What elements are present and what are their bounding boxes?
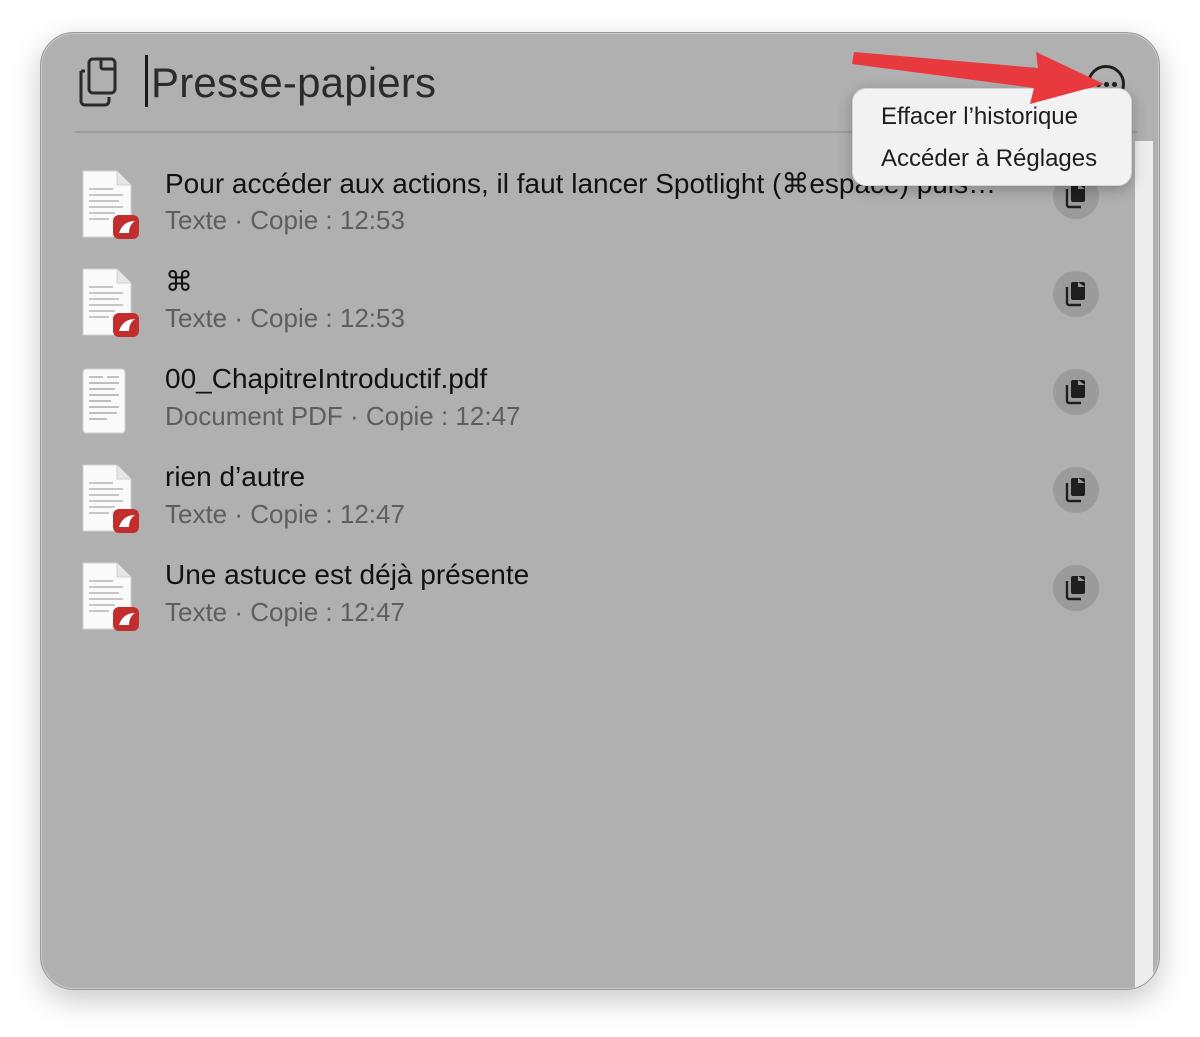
text-document-icon [82, 464, 139, 533]
copy-button[interactable] [1053, 271, 1099, 317]
item-subtitle: Texte · Copie : 12:47 [165, 597, 405, 627]
item-title: 00_ChapitreIntroductif.pdf [165, 363, 488, 394]
item-title: Une astuce est déjà présente [165, 559, 530, 590]
clipboard-item[interactable]: Une astuce est déjà présente Texte · Cop… [41, 553, 1135, 651]
item-subtitle: Texte · Copie : 12:47 [165, 499, 405, 529]
copy-button[interactable] [1053, 369, 1099, 415]
item-subtitle: Texte · Copie : 12:53 [165, 303, 405, 333]
copy-icon [1065, 576, 1085, 601]
item-title: rien d’autre [165, 461, 306, 492]
copy-button[interactable] [1053, 565, 1099, 611]
copy-icon [1065, 380, 1085, 405]
text-document-icon [82, 170, 139, 239]
item-subtitle: Texte · Copie : 12:53 [165, 205, 405, 235]
item-subtitle: Document PDF · Copie : 12:47 [165, 401, 521, 431]
menu-item-open-settings[interactable]: Accéder à Réglages [881, 145, 1097, 173]
copy-button[interactable] [1053, 467, 1099, 513]
clipboard-item[interactable]: rien d’autre Texte · Copie : 12:47 [41, 455, 1135, 553]
pdf-document-icon [82, 368, 126, 434]
clipboard-item[interactable]: ⌘ Texte · Copie : 12:53 [41, 259, 1135, 357]
text-document-icon [82, 268, 139, 337]
item-title: ⌘ [165, 266, 193, 297]
annotation-arrow-icon [852, 52, 1104, 104]
clipboard-copies-icon [79, 57, 117, 107]
copy-icon [1065, 282, 1085, 307]
copy-icon [1065, 478, 1085, 503]
copy-icon [1065, 184, 1085, 209]
text-document-icon [82, 562, 139, 631]
search-field[interactable]: Presse-papiers [151, 57, 436, 109]
text-caret [145, 55, 148, 107]
clipboard-item[interactable]: 00_ChapitreIntroductif.pdf Document PDF … [41, 357, 1135, 455]
scrollbar[interactable] [1135, 141, 1153, 989]
